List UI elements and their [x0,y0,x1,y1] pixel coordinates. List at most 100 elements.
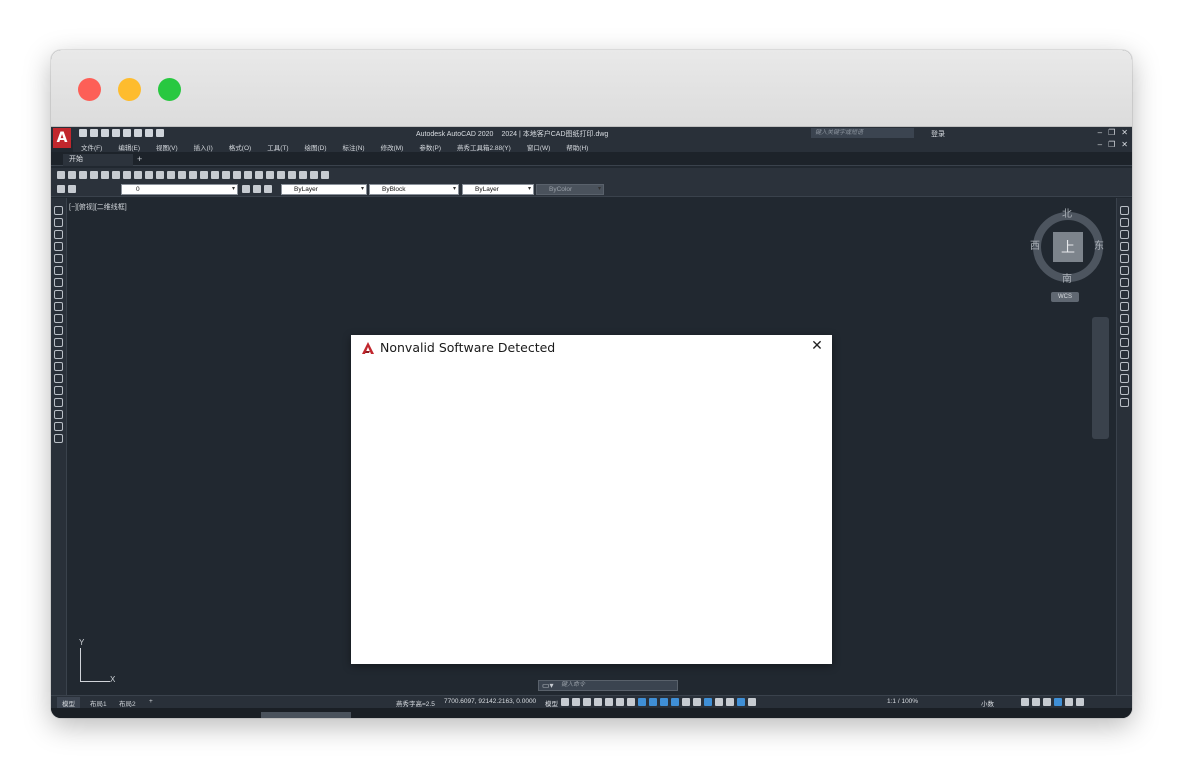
layer-state-icon[interactable] [68,185,76,193]
xline-icon[interactable] [54,218,63,227]
restore-icon[interactable]: ❐ [1108,128,1115,137]
menu-file[interactable]: 文件(F) [73,140,110,152]
save-as-icon[interactable] [112,129,120,137]
command-input[interactable]: 键入命令 [561,681,585,690]
menu-window[interactable]: 窗口(W) [519,140,558,152]
3d-osnap-icon[interactable] [693,698,701,706]
scale-icon[interactable] [1120,290,1129,299]
polar-icon[interactable] [616,698,624,706]
tb-undo-icon[interactable] [189,171,197,179]
menu-view[interactable]: 视图(V) [148,140,186,152]
tb-copy-icon[interactable] [145,171,153,179]
infer-icon[interactable] [583,698,591,706]
tb-3dprint-icon[interactable] [123,171,131,179]
tb-zoom-prev-icon[interactable] [244,171,252,179]
color-dropdown[interactable]: ByLayer [281,184,367,195]
minimize-window-button[interactable] [118,78,141,101]
arc-icon[interactable] [54,266,63,275]
table-icon[interactable] [54,410,63,419]
model-space-button[interactable]: 模型 [545,698,558,708]
break-icon[interactable] [1120,338,1129,347]
hardware-acceleration-icon[interactable] [1054,698,1062,706]
layer-dropdown[interactable]: 0 [121,184,238,195]
layer-manager-icon[interactable] [57,185,65,193]
autocad-logo-button[interactable]: A [53,128,71,148]
navigation-bar[interactable] [1092,317,1109,439]
linetype-dropdown[interactable]: ByBlock [369,184,459,195]
plot-icon[interactable] [134,129,142,137]
command-prompt-icon[interactable]: ▭▾ [542,681,554,690]
coordinate-readout[interactable]: 7700.6097, 92142.2163, 0.0000 [444,698,536,705]
fillet-icon[interactable] [1120,374,1129,383]
circle-icon[interactable] [54,278,63,287]
gizmo-icon[interactable] [726,698,734,706]
wcs-menu[interactable]: WCS [1051,292,1079,302]
selection-cycling-icon[interactable] [682,698,690,706]
compass-west[interactable]: 西 [1030,237,1040,252]
save-icon[interactable] [101,129,109,137]
make-block-icon[interactable] [54,350,63,359]
menu-yanxiu[interactable]: 燕秀工具箱2.88(Y) [449,140,519,152]
compass-south[interactable]: 南 [1062,270,1072,285]
tb-redo-icon[interactable] [200,171,208,179]
array-icon[interactable] [1120,254,1129,263]
polyline-icon[interactable] [54,230,63,239]
menu-draw[interactable]: 绘图(D) [297,140,335,152]
tb-zoom-window-icon[interactable] [233,171,241,179]
tb-preview-icon[interactable] [101,171,109,179]
revcloud-icon[interactable] [54,290,63,299]
dynamic-input-icon[interactable] [594,698,602,706]
units-dropdown[interactable]: 小数 [981,698,994,708]
tb-toolpalette-icon[interactable] [277,171,285,179]
add-selected-icon[interactable] [54,434,63,443]
menu-modify[interactable]: 修改(M) [373,140,412,152]
ellipse-arc-icon[interactable] [54,326,63,335]
erase-icon[interactable] [1120,206,1129,215]
customization-icon[interactable] [1076,698,1084,706]
join-icon[interactable] [1120,350,1129,359]
menu-tools[interactable]: 工具(T) [259,140,296,152]
explode-icon[interactable] [1120,398,1129,407]
tb-publish-icon[interactable] [112,171,120,179]
polygon-icon[interactable] [54,242,63,251]
annotation-visibility-icon[interactable] [737,698,745,706]
publish-icon[interactable] [123,129,131,137]
doc-close-icon[interactable]: ✕ [1121,140,1128,149]
close-icon[interactable]: ✕ [1121,128,1128,137]
move-icon[interactable] [1120,266,1129,275]
offset-icon[interactable] [1120,242,1129,251]
selection-filter-icon[interactable] [715,698,723,706]
viewport-controls[interactable]: [−][俯视][二维线框] [69,202,127,212]
command-line[interactable]: ▭▾ 键入命令 [538,680,678,691]
menu-insert[interactable]: 插入(I) [186,140,221,152]
tb-open-icon[interactable] [68,171,76,179]
line-icon[interactable] [54,206,63,215]
tb-calculator-icon[interactable] [310,171,318,179]
tb-save-icon[interactable] [79,171,87,179]
insert-block-icon[interactable] [54,338,63,347]
tb-print-icon[interactable] [90,171,98,179]
lock-ui-icon[interactable] [1032,698,1040,706]
region-icon[interactable] [54,398,63,407]
zoom-window-button[interactable] [158,78,181,101]
clean-screen-icon[interactable] [1065,698,1073,706]
login-button[interactable]: 登录 [931,129,945,139]
doc-minimize-icon[interactable]: – [1098,140,1102,149]
doc-restore-icon[interactable]: ❐ [1108,140,1115,149]
layer-match-icon[interactable] [264,185,272,193]
ortho-icon[interactable] [605,698,613,706]
compass-east[interactable]: 东 [1094,237,1104,252]
new-tab-button[interactable]: + [137,154,142,164]
mirror-icon[interactable] [1120,230,1129,239]
isodraft-icon[interactable] [627,698,635,706]
gradient-icon[interactable] [54,386,63,395]
tb-properties-icon[interactable] [255,171,263,179]
compass-north[interactable]: 北 [1062,205,1072,220]
new-icon[interactable] [79,129,87,137]
hatch-icon[interactable] [54,374,63,383]
snap-icon[interactable] [572,698,580,706]
auto-scale-icon[interactable] [748,698,756,706]
tb-new-icon[interactable] [57,171,65,179]
rectangle-icon[interactable] [54,254,63,263]
add-layout-button[interactable]: + [144,697,158,706]
